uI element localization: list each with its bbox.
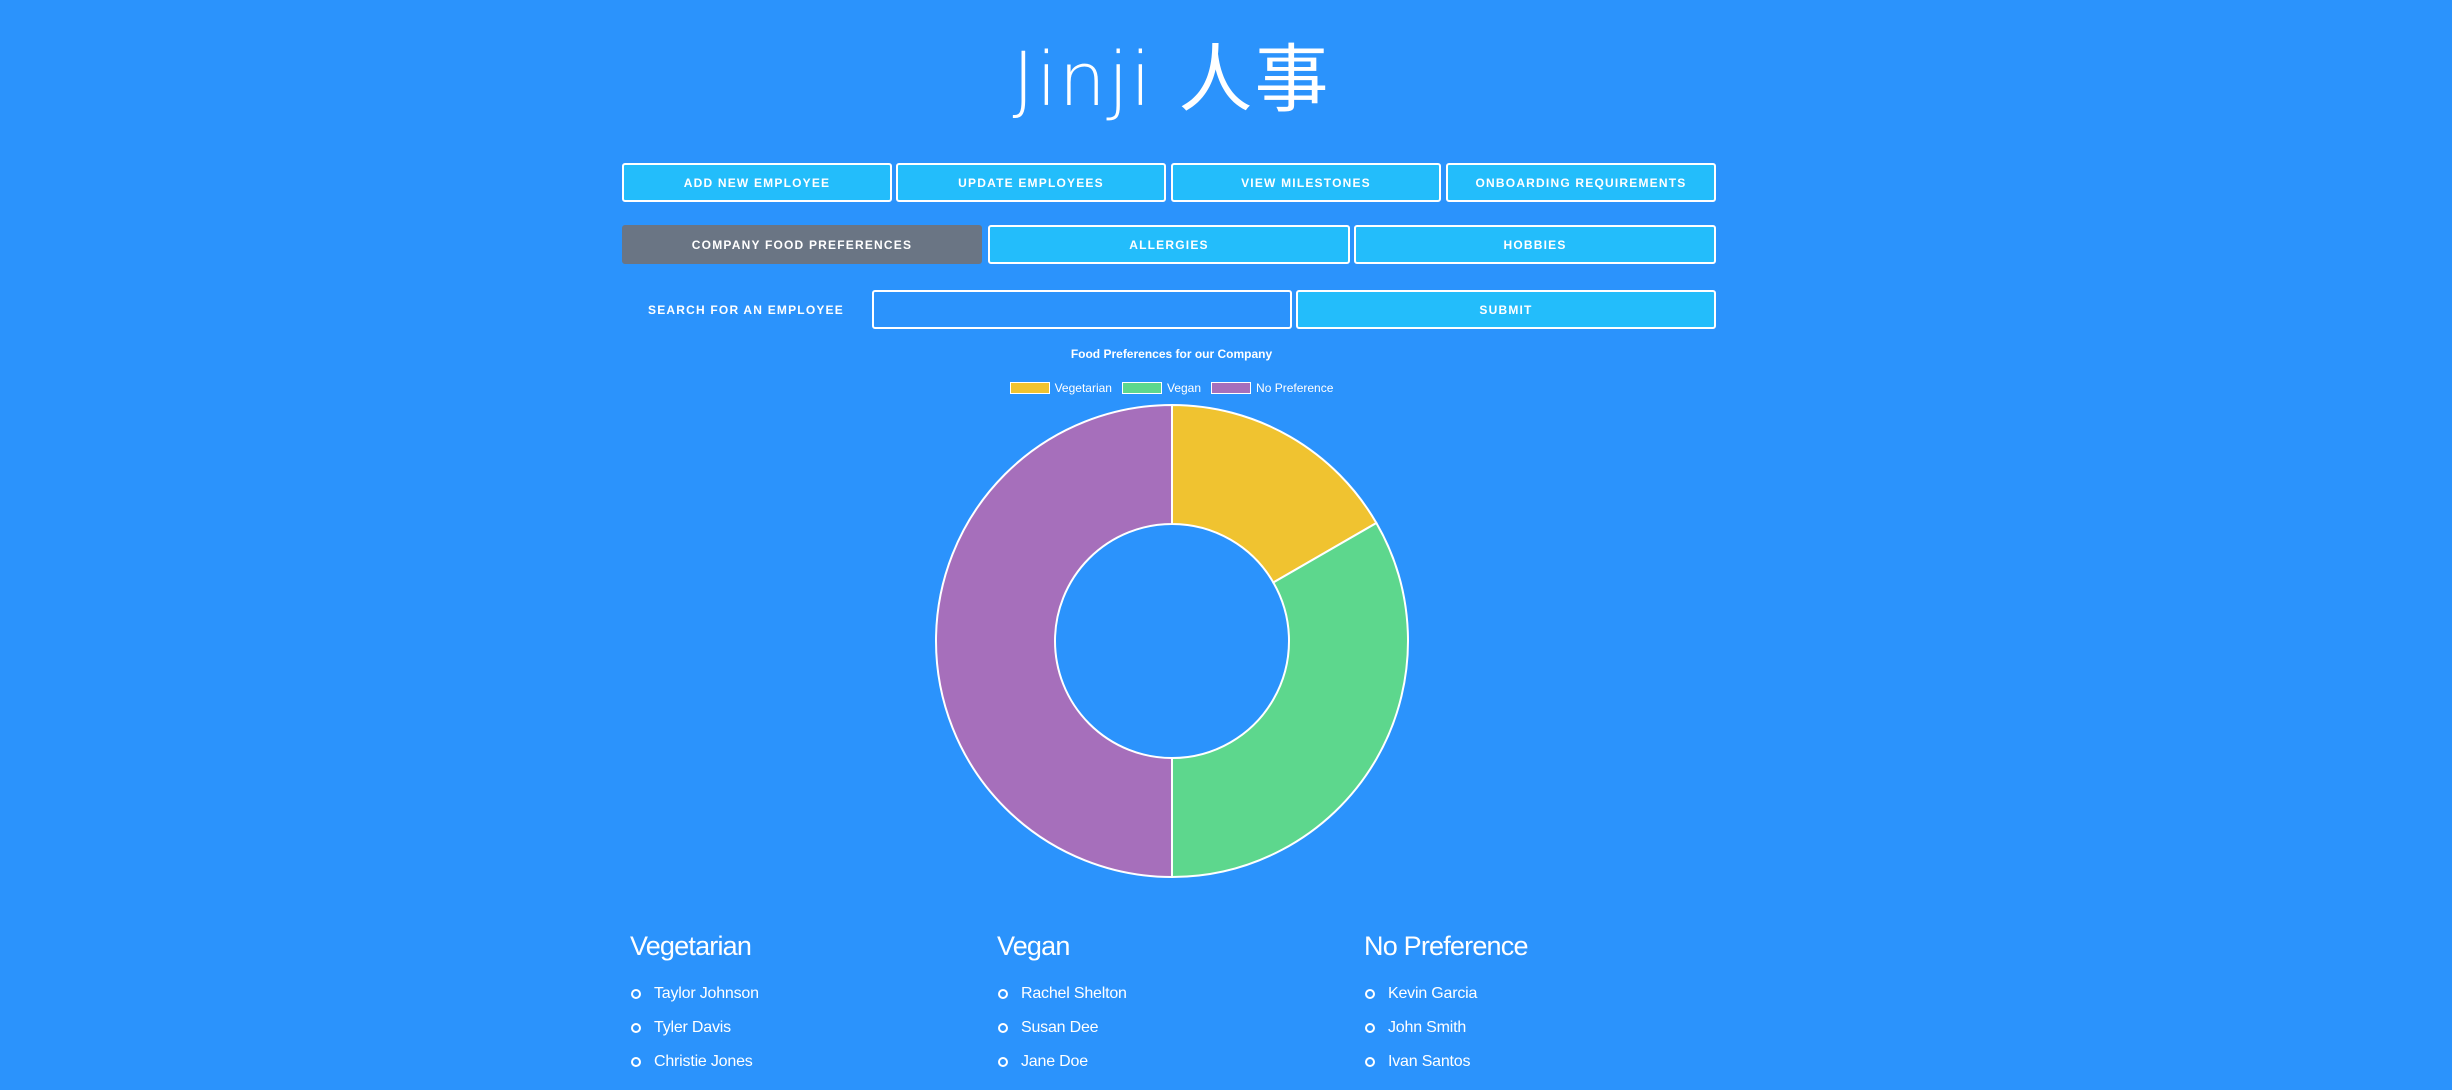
legend-swatch-no-preference [1211, 382, 1252, 394]
legend-swatch-vegetarian [1009, 382, 1050, 394]
list-item: John Smith [1364, 1011, 1724, 1045]
view-milestones-button[interactable]: VIEW MILESTONES [1171, 163, 1441, 202]
chart-title: Food Preferences for our Company [1070, 347, 1273, 361]
submit-button[interactable]: SUBMIT [1296, 290, 1716, 329]
list-item: Jane Doe [997, 1045, 1357, 1079]
no-preference-column: No Preference Kevin Garcia John Smith Iv… [1364, 925, 1724, 1079]
donut-slice-no-preference[interactable] [935, 403, 1173, 879]
list-item: Kevin Garcia [1364, 977, 1724, 1011]
bullet-icon [998, 989, 1008, 999]
vegetarian-heading: Vegetarian [630, 931, 752, 961]
vegetarian-column: Vegetarian Taylor Johnson Tyler Davis Ch… [630, 925, 990, 1079]
vegan-list: Rachel Shelton Susan Dee Jane Doe [997, 977, 1357, 1079]
update-employees-button[interactable]: UPDATE EMPLOYEES [896, 163, 1166, 202]
no-preference-list: Kevin Garcia John Smith Ivan Santos [1364, 977, 1724, 1079]
bullet-icon [998, 1023, 1008, 1033]
vegetarian-list: Taylor Johnson Tyler Davis Christie Jone… [630, 977, 990, 1079]
legend-label-no-preference: No Preference [1256, 381, 1334, 395]
legend-label-vegan: Vegan [1166, 381, 1202, 395]
vegan-column: Vegan Rachel Shelton Susan Dee Jane Doe [997, 925, 1357, 1079]
add-new-employee-button[interactable]: ADD NEW EMPLOYEE [622, 163, 892, 202]
app-title: Jinji 人事 [1012, 37, 1331, 123]
list-item: Susan Dee [997, 1011, 1357, 1045]
bullet-icon [1365, 1023, 1375, 1033]
bullet-icon [1365, 989, 1375, 999]
legend-item-no-preference[interactable]: No Preference [1211, 380, 1333, 396]
hobbies-button[interactable]: HOBBIES [1354, 225, 1716, 264]
search-label: SEARCH FOR AN EMPLOYEE [648, 302, 844, 317]
bullet-icon [631, 1023, 641, 1033]
bullet-icon [998, 1057, 1008, 1067]
legend-label-vegetarian: Vegetarian [1054, 381, 1112, 395]
list-item: Taylor Johnson [630, 977, 990, 1011]
legend-swatch-vegan [1121, 382, 1162, 394]
employee-search-input[interactable] [872, 290, 1292, 329]
no-preference-heading: No Preference [1364, 931, 1529, 961]
chart-legend: Vegetarian Vegan No Preference [0, 380, 2343, 396]
list-item: Ivan Santos [1364, 1045, 1724, 1079]
onboarding-requirements-button[interactable]: ONBOARDING REQUIREMENTS [1446, 163, 1716, 202]
legend-item-vegetarian[interactable]: Vegetarian [1009, 380, 1112, 396]
list-item: Rachel Shelton [997, 977, 1357, 1011]
donut-slice-vegan[interactable] [1171, 521, 1409, 879]
list-item: Christie Jones [630, 1045, 990, 1079]
company-food-preferences-button[interactable]: COMPANY FOOD PREFERENCES [622, 225, 982, 264]
vegan-heading: Vegan [997, 931, 1070, 961]
bullet-icon [631, 989, 641, 999]
list-item: Tyler Davis [630, 1011, 990, 1045]
bullet-icon [1365, 1057, 1375, 1067]
allergies-button[interactable]: ALLERGIES [988, 225, 1350, 264]
bullet-icon [631, 1057, 641, 1067]
food-preferences-donut-chart [935, 403, 1409, 879]
legend-item-vegan[interactable]: Vegan [1121, 380, 1202, 396]
